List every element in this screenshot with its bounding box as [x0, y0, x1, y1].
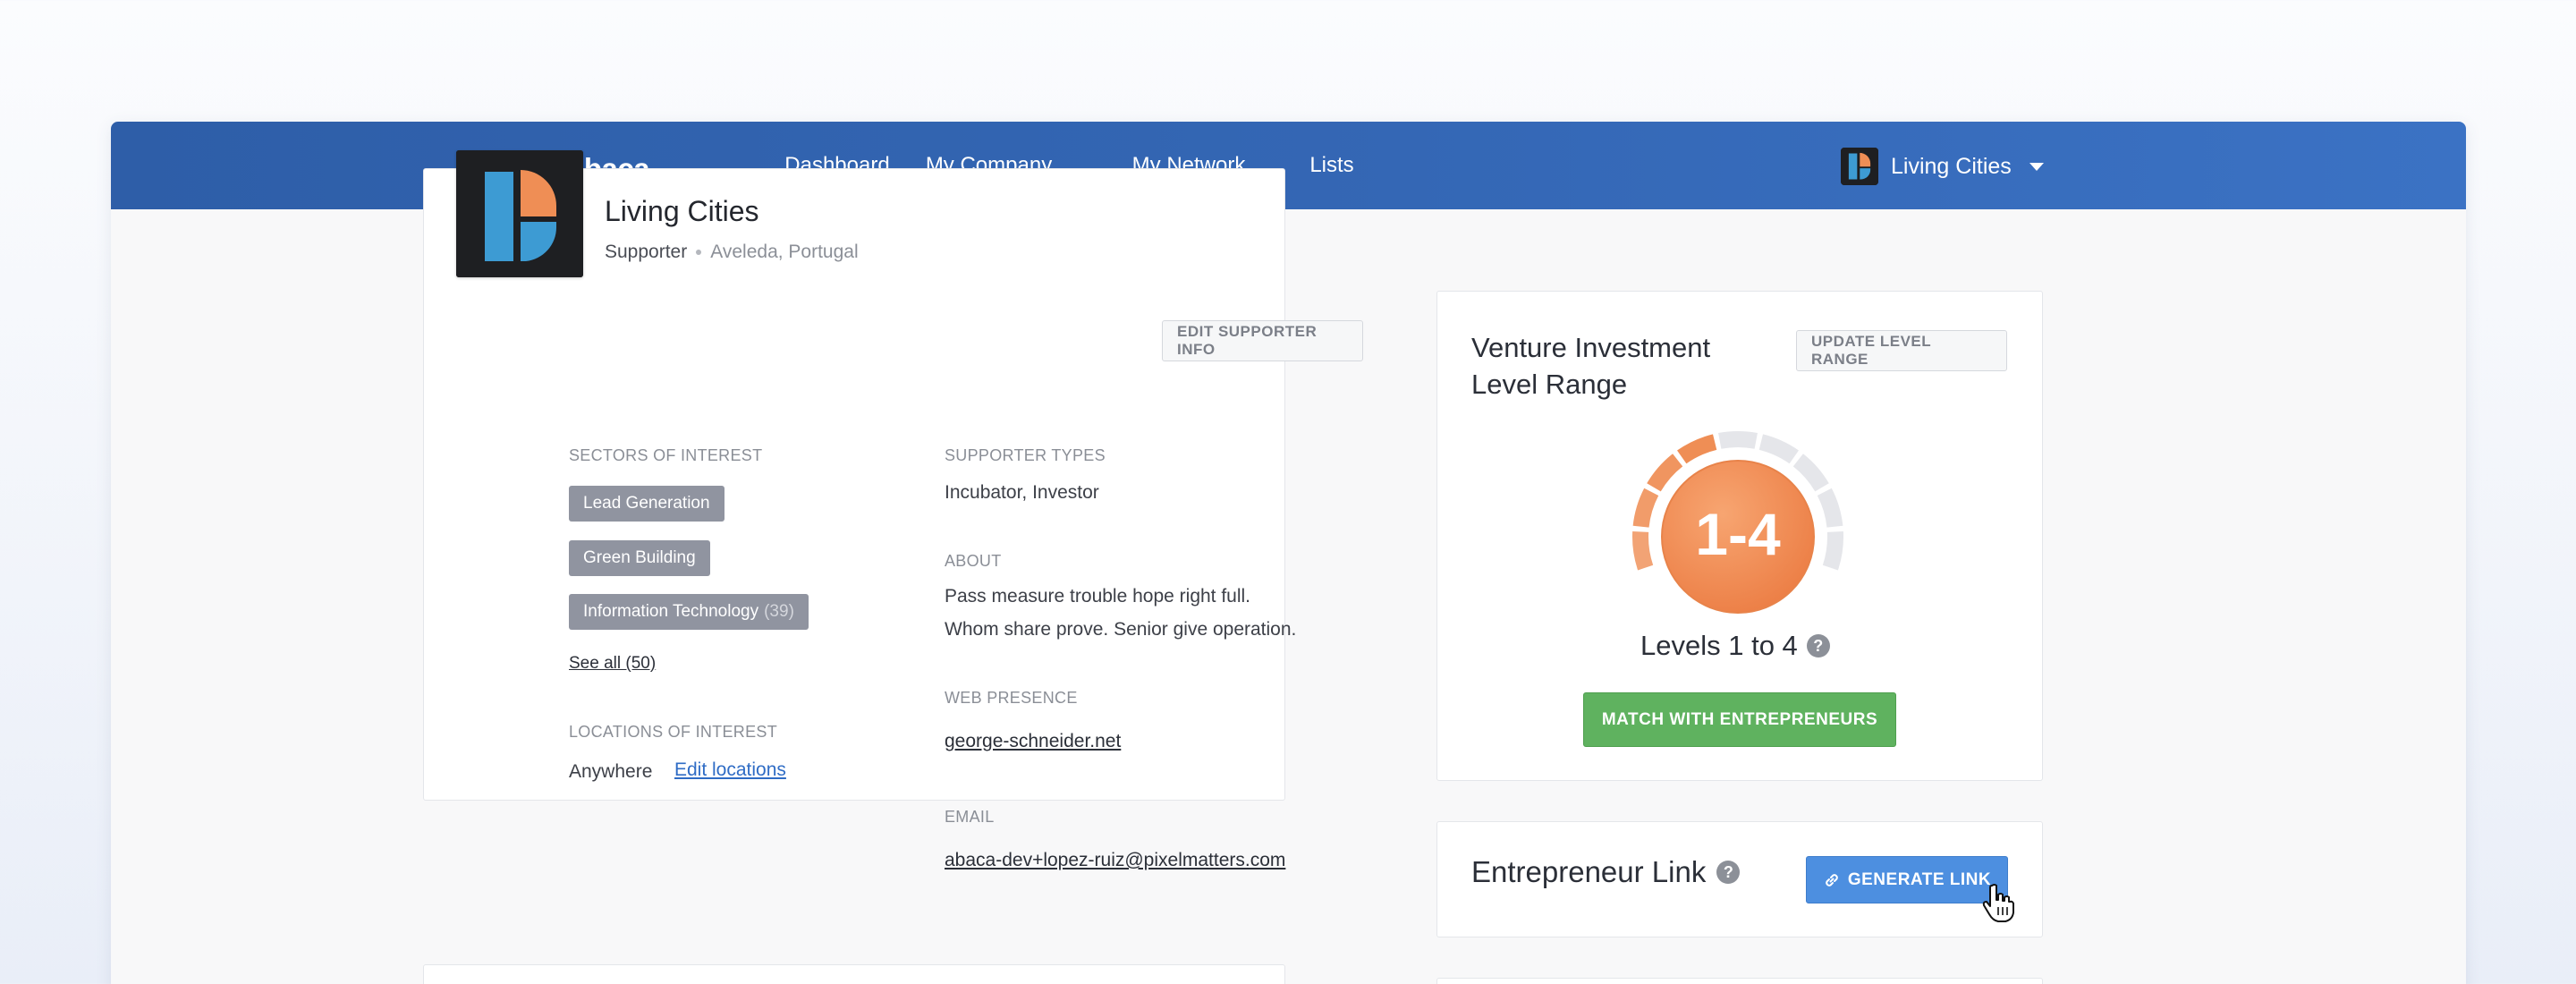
gauge-label: 1-4	[1695, 501, 1781, 567]
gauge-segment-level-7	[1792, 454, 1829, 492]
supporter-types-label: SUPPORTER TYPES	[945, 446, 1106, 464]
gauge-segment-level-3	[1647, 454, 1683, 492]
edit-locations-link[interactable]: Edit locations	[674, 759, 786, 781]
company-location: Aveleda, Portugal	[710, 242, 859, 262]
gauge-segment-level-9	[1822, 530, 1843, 571]
locations-label: LOCATIONS OF INTEREST	[569, 723, 777, 741]
email-label: EMAIL	[945, 808, 995, 826]
update-level-range-button[interactable]: UPDATE LEVEL RANGE	[1796, 330, 2007, 371]
entrepreneur-link-header: Entrepreneur Link ?	[1471, 855, 1741, 889]
gauge-segment-level-1	[1632, 530, 1654, 571]
generate-link-label: GENERATE LINK	[1847, 869, 1992, 889]
gauge-segment-level-5	[1718, 431, 1758, 449]
account-menu[interactable]: Living Cities	[1841, 147, 2044, 186]
help-icon[interactable]: ?	[1806, 634, 1830, 657]
see-all-sectors-link[interactable]: See all (50)	[569, 654, 656, 674]
help-icon[interactable]: ?	[1716, 861, 1741, 884]
link-icon	[1826, 873, 1838, 886]
locations-value: Anywhere	[569, 761, 653, 782]
about-line-1: Pass measure trouble hope right full.	[945, 586, 1251, 607]
levels-text: Levels 1 to 4	[1640, 630, 1798, 661]
company-role: Supporter	[605, 242, 688, 262]
gauge-segment-level-8	[1817, 488, 1843, 528]
level-gauge: 1-4	[1632, 431, 1843, 614]
sectors-label: SECTORS OF INTEREST	[569, 446, 763, 464]
sector-tag-information-technology[interactable]: Information Technology (39)	[569, 594, 809, 630]
generate-link-button[interactable]: GENERATE LINK	[1806, 856, 2008, 903]
sector-count: (39)	[764, 602, 794, 621]
next-card-right	[1436, 978, 2043, 984]
account-avatar	[1841, 148, 1878, 185]
entrepreneur-link-title: Entrepreneur Link	[1471, 855, 1707, 888]
email-link[interactable]: abaca-dev+lopez-ruiz@pixelmatters.com	[945, 850, 1285, 871]
about-line-2: Whom share prove. Senior give operation.	[945, 619, 1297, 640]
gauge-segment-level-2	[1632, 488, 1659, 528]
next-card-left	[423, 964, 1285, 984]
web-presence-label: WEB PRESENCE	[945, 689, 1078, 707]
match-with-entrepreneurs-button[interactable]: MATCH WITH ENTREPRENEURS	[1583, 692, 1896, 747]
edit-supporter-info-button[interactable]: EDIT SUPPORTER INFO	[1162, 320, 1363, 361]
account-name: Living Cities	[1891, 153, 2012, 179]
gauge-segment-level-6	[1758, 434, 1799, 464]
nav-lists[interactable]: Lists	[1274, 122, 1390, 209]
supporter-types-value: Incubator, Investor	[945, 482, 1099, 503]
about-label: ABOUT	[945, 552, 1002, 570]
company-meta: Supporter Aveleda, Portugal	[605, 242, 859, 263]
hand-cursor-icon	[1982, 884, 2014, 922]
levels-summary: Levels 1 to 4 ?	[1640, 630, 1830, 662]
company-logo	[456, 150, 583, 277]
sector-tag-green-building[interactable]: Green Building	[569, 540, 710, 576]
gauge-segment-level-4	[1677, 434, 1717, 464]
level-range-title: Venture Investment Level Range	[1471, 332, 1711, 400]
chevron-down-icon	[2029, 162, 2044, 171]
web-presence-link[interactable]: george-schneider.net	[945, 731, 1121, 752]
company-name: Living Cities	[605, 195, 759, 227]
separator-dot	[696, 250, 702, 255]
sector-tag-lead-generation[interactable]: Lead Generation	[569, 486, 724, 522]
